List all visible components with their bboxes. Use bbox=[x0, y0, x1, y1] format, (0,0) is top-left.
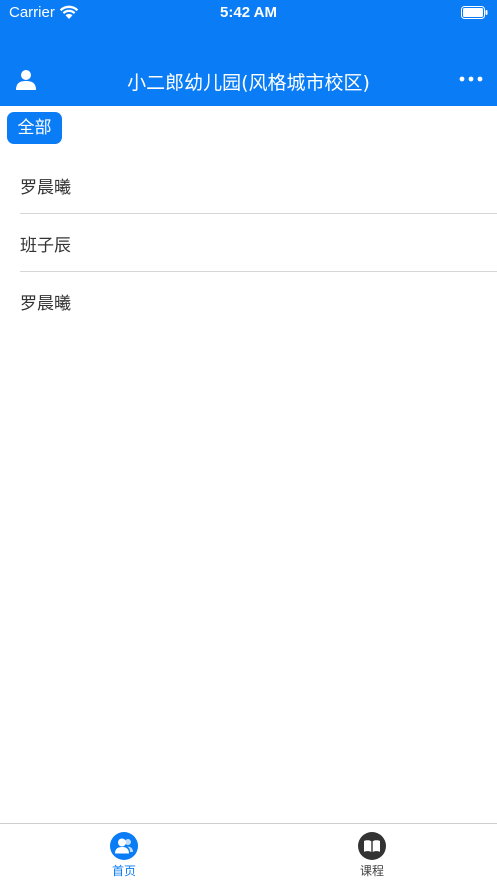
student-name: 罗晨曦 bbox=[20, 178, 71, 198]
student-name: 班子辰 bbox=[20, 236, 71, 256]
user-group-icon bbox=[110, 832, 138, 860]
clock: 5:42 AM bbox=[220, 4, 277, 21]
student-list: 罗晨曦 班子辰 罗晨曦 bbox=[0, 156, 497, 330]
list-item[interactable]: 罗晨曦 bbox=[20, 156, 497, 214]
navigation-bar: 小二郎幼儿园(风格城市校区) bbox=[0, 56, 497, 106]
tab-course-label: 课程 bbox=[359, 864, 384, 878]
book-icon bbox=[358, 832, 386, 860]
tab-home-label: 首页 bbox=[111, 864, 136, 878]
status-bar: Carrier 5:42 AM bbox=[0, 0, 497, 28]
tab-home[interactable]: 首页 bbox=[0, 824, 248, 883]
user-profile-icon[interactable] bbox=[15, 69, 37, 91]
app-header: Carrier 5:42 AM 小二郎幼儿园(风格城市校区) bbox=[0, 0, 497, 106]
list-item[interactable]: 班子辰 bbox=[20, 214, 497, 272]
page-title: 小二郎幼儿园(风格城市校区) bbox=[127, 72, 370, 94]
tab-bar: 首页 课程 bbox=[0, 823, 497, 883]
list-item[interactable]: 罗晨曦 bbox=[20, 272, 497, 330]
tab-course[interactable]: 课程 bbox=[248, 824, 496, 883]
more-options-icon[interactable] bbox=[459, 75, 483, 83]
battery-icon bbox=[461, 6, 488, 19]
filter-all-button[interactable]: 全部 bbox=[7, 112, 62, 144]
student-name: 罗晨曦 bbox=[20, 294, 71, 314]
